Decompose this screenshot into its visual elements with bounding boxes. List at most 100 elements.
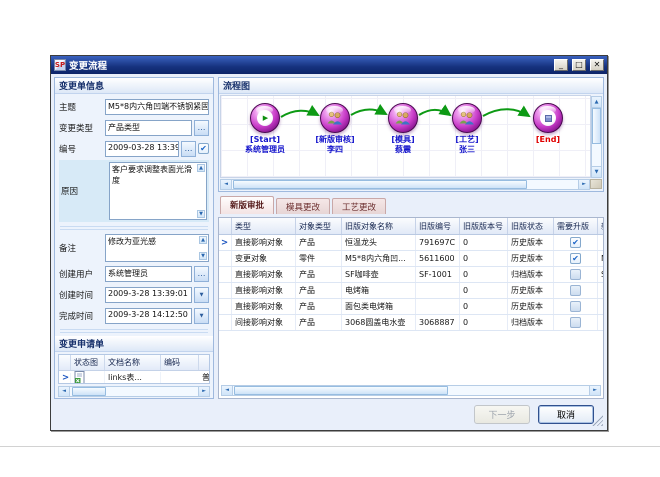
old-number-column-header[interactable]: 旧版编号 <box>416 218 460 234</box>
old-name-column-header[interactable]: 旧版对象名称 <box>342 218 416 234</box>
upgrade-checkbox[interactable]: ✔ <box>570 301 581 312</box>
scroll-left-icon[interactable]: ◄ <box>59 387 70 396</box>
type-cell: 间接影响对象 <box>232 315 296 330</box>
scroll-down-icon[interactable]: ▼ <box>197 210 205 218</box>
old-status-column-header[interactable]: 旧版状态 <box>508 218 554 234</box>
scroll-left-icon[interactable]: ◄ <box>221 180 232 189</box>
tab[interactable]: 新版审批 <box>220 196 274 214</box>
maximize-button[interactable]: □ <box>572 59 586 71</box>
upgrade-checkbox[interactable]: ✔ <box>570 269 581 280</box>
scroll-left-icon[interactable]: ◄ <box>222 386 233 395</box>
new-version-column-header[interactable]: 新版 <box>598 218 604 234</box>
scroll-down-icon[interactable]: ▼ <box>592 166 601 177</box>
subject-input[interactable]: M5*8内六角凹端不锈钢紧固螺钉 <box>105 99 209 115</box>
create-user-input[interactable]: 系统管理员 <box>105 266 192 282</box>
scroll-up-icon[interactable]: ▲ <box>592 97 601 108</box>
approval-table-panel: 类型 对象类型 旧版对象名称 旧版编号 旧版版本号 旧版状态 需要升版 新版 > <box>218 217 604 399</box>
number-checkbox[interactable]: ✔ <box>198 143 209 154</box>
flow-hscrollbar[interactable]: ◄ ► <box>220 179 590 190</box>
minimize-button[interactable]: _ <box>554 59 568 71</box>
close-button[interactable]: ✕ <box>590 59 604 71</box>
type-column-header[interactable]: 类型 <box>232 218 296 234</box>
flow-node-sphere: ▶ <box>452 103 482 133</box>
subject-row: 主题 M5*8内六角凹端不锈钢紧固螺钉 <box>58 96 210 117</box>
old-version-column-header[interactable]: 旧版版本号 <box>460 218 508 234</box>
scrollbar-thumb[interactable] <box>592 108 601 144</box>
table-row[interactable]: > 直接影响对象 产品 恒温龙头 791697C 0 历史版本 ✔ <box>219 235 603 251</box>
flow-node[interactable]: ▶ <box>429 103 505 154</box>
change-order-info-header: 变更单信息 <box>55 78 213 94</box>
upgrade-checkbox[interactable]: ✔ <box>570 317 581 328</box>
flow-vscrollbar[interactable]: ▲ ▼ <box>591 96 602 178</box>
tab-strip: 新版审批 模具更改 工艺更改 <box>218 195 604 214</box>
right-column: 流程图 <box>218 77 604 399</box>
flow-node[interactable]: ▶ <box>510 103 586 145</box>
scrollbar-corner <box>590 179 602 189</box>
scroll-up-icon[interactable]: ▲ <box>197 164 205 172</box>
flow-node[interactable]: ▶ <box>227 103 303 154</box>
change-type-input[interactable]: 产品类型 <box>105 120 192 136</box>
upgrade-checkbox[interactable]: ✔ <box>570 253 581 264</box>
flow-node-label: [Start] 系统管理员 <box>227 135 303 154</box>
tab[interactable]: 工艺更改 <box>332 198 386 214</box>
scrollbar-thumb[interactable] <box>233 180 527 189</box>
new-version-cell <box>598 283 603 298</box>
flow-node-assignee: 张三 <box>429 145 505 155</box>
titlebar[interactable]: SP 变更流程 _ □ ✕ <box>51 56 607 74</box>
table-row[interactable]: 直接影响对象 产品 电烤箱 0 历史版本 ✔ <box>219 283 603 299</box>
code-column-header[interactable]: 编码 <box>161 355 199 370</box>
flow-canvas[interactable]: ▶ <box>220 95 591 178</box>
upgrade-checkbox[interactable]: ✔ <box>570 237 581 248</box>
object-type-column-header[interactable]: 对象类型 <box>296 218 342 234</box>
flow-node[interactable]: ▶ <box>297 103 373 154</box>
doc-name-column-header[interactable]: 文档名称 <box>105 355 161 370</box>
create-user-ellipsis-button[interactable]: … <box>194 266 209 282</box>
extra-cell: 普通 <box>199 372 209 383</box>
table-row[interactable]: 直接影响对象 产品 SF咖啡壶 SF-1001 0 归档版本 ✔ SF咖 <box>219 267 603 283</box>
change-type-ellipsis-button[interactable]: … <box>194 120 209 136</box>
scroll-down-icon[interactable]: ▼ <box>199 252 207 260</box>
finish-time-label: 完成时间 <box>59 310 105 322</box>
reason-textarea[interactable]: 客户要求调整表面光滑度 ▲ ▼ <box>109 162 207 220</box>
cancel-button[interactable]: 取消 <box>538 405 594 424</box>
number-input[interactable]: 2009-03-28 13:39:01 <box>105 141 179 157</box>
request-table-row[interactable]: > links <box>59 371 209 384</box>
scrollbar-thumb[interactable] <box>72 387 106 396</box>
object-type-cell: 产品 <box>296 315 342 330</box>
table-row[interactable]: 直接影响对象 产品 面包类电烤箱 0 历史版本 ✔ <box>219 299 603 315</box>
old-number-cell: 791697C <box>416 235 460 250</box>
object-type-cell: 产品 <box>296 299 342 314</box>
scroll-right-icon[interactable]: ► <box>198 387 209 396</box>
scroll-up-icon[interactable]: ▲ <box>199 236 207 244</box>
number-ellipsis-button[interactable]: … <box>181 141 196 157</box>
create-time-dropdown-button[interactable]: ▼ <box>194 287 209 303</box>
table-row[interactable]: 变更对象 零件 M5*8内六角凹... 5611600 0 历史版本 ✔ M5*… <box>219 251 603 267</box>
users-icon <box>394 111 412 125</box>
next-button[interactable]: 下一步 <box>474 405 530 424</box>
scrollbar-thumb[interactable] <box>234 386 448 395</box>
request-table-hscrollbar[interactable]: ◄ ► <box>58 386 210 397</box>
old-name-cell: 恒温龙头 <box>342 235 416 250</box>
old-version-cell: 0 <box>460 299 508 314</box>
reason-text: 客户要求调整表面光滑度 <box>112 165 192 185</box>
old-status-cell: 归档版本 <box>508 315 554 330</box>
create-time-input[interactable]: 2009-3-28 13:39:01 <box>105 287 192 303</box>
form-fields: 主题 M5*8内六角凹端不锈钢紧固螺钉 变更类型 产品类型 … 编号 <box>55 94 213 336</box>
tab[interactable]: 模具更改 <box>276 198 330 214</box>
flow-node-step: [工艺] <box>429 135 505 145</box>
old-name-cell: M5*8内六角凹... <box>342 251 416 266</box>
need-upgrade-column-header[interactable]: 需要升版 <box>554 218 598 234</box>
finish-time-dropdown-button[interactable]: ▼ <box>194 308 209 324</box>
type-cell: 直接影响对象 <box>232 235 296 250</box>
approval-table-hscrollbar[interactable]: ◄ ► <box>221 385 601 396</box>
status-icon-column-header[interactable]: 状态图 <box>71 355 105 370</box>
table-row[interactable]: 间接影响对象 产品 3068圆盖电水壶 3068887 0 归档版本 ✔ <box>219 315 603 331</box>
scroll-right-icon[interactable]: ► <box>589 386 600 395</box>
checkmark-icon: ✔ <box>572 239 579 247</box>
scroll-right-icon[interactable]: ► <box>578 180 589 189</box>
remark-textarea[interactable]: 修改为亚光感 ▲ ▼ <box>105 234 209 262</box>
need-upgrade-cell: ✔ <box>554 251 598 266</box>
upgrade-checkbox[interactable]: ✔ <box>570 285 581 296</box>
reason-row: 原因 客户要求调整表面光滑度 ▲ ▼ <box>59 160 209 222</box>
finish-time-input[interactable]: 2009-3-28 14:12:50 <box>105 308 192 324</box>
